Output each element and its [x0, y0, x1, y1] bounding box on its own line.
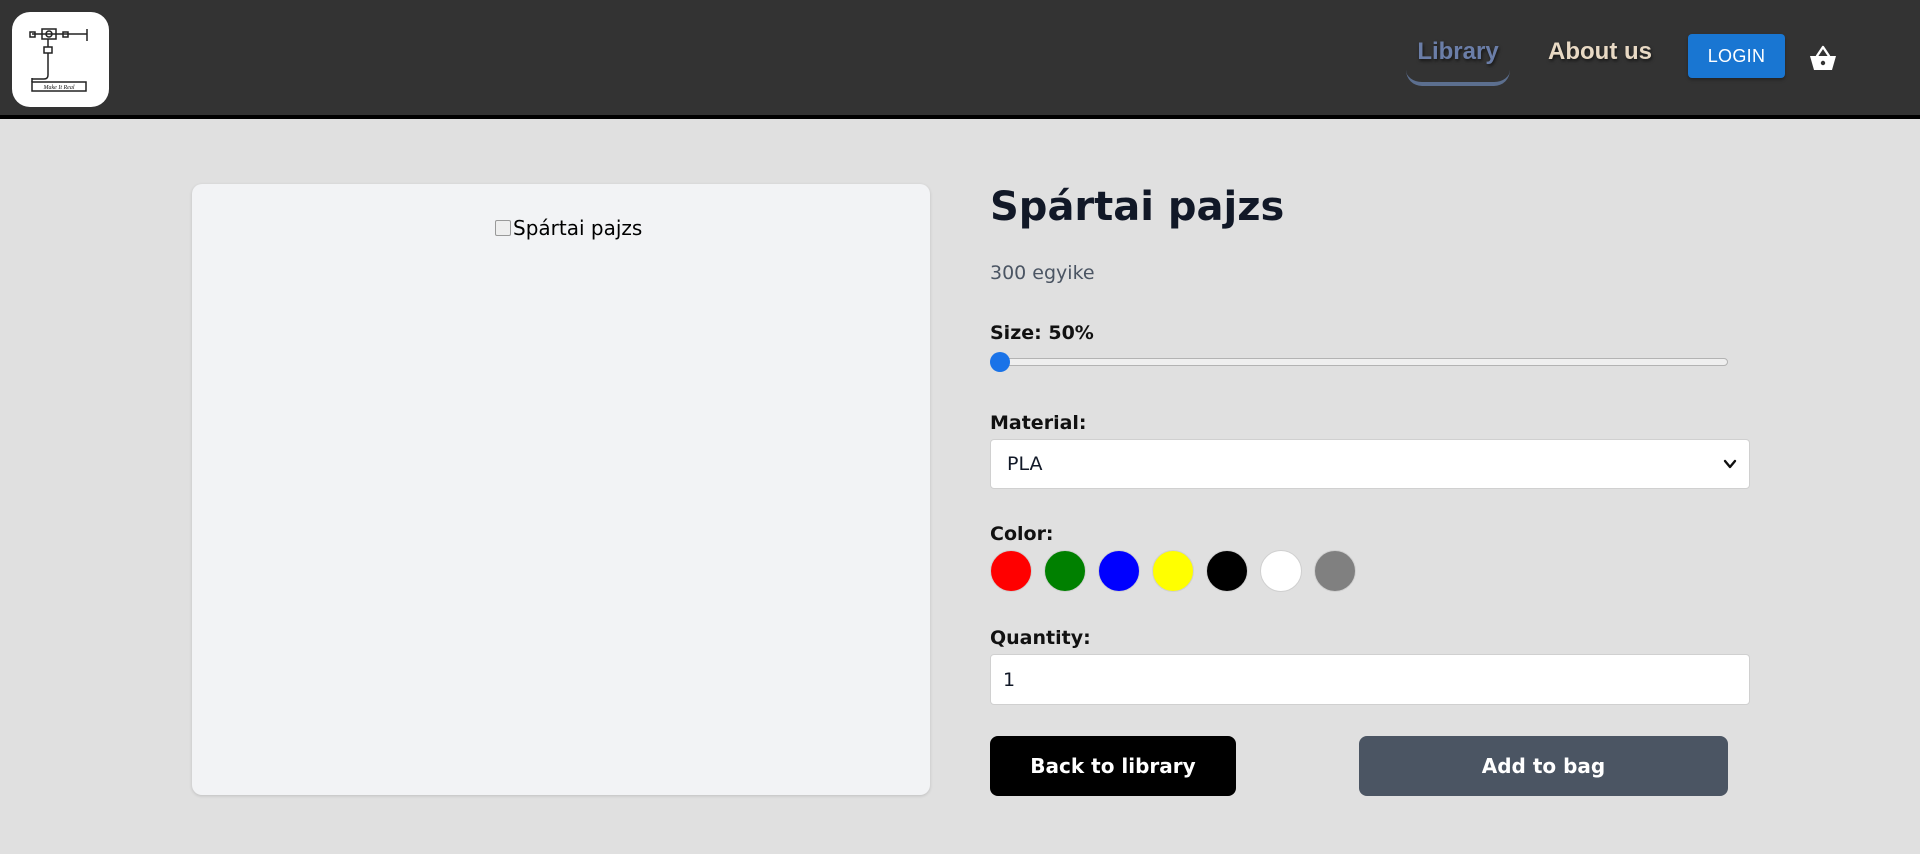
- nav-link-about-us[interactable]: About us: [1548, 38, 1652, 66]
- make-it-real-logo-icon: Make It Real: [29, 28, 88, 92]
- product-title: Spártai pajzs: [990, 184, 1285, 230]
- shopping-basket-icon[interactable]: [1808, 45, 1838, 73]
- back-to-library-button[interactable]: Back to library: [990, 736, 1236, 796]
- chevron-down-icon: [1723, 459, 1737, 469]
- product-image: Spártai pajzs: [495, 214, 642, 242]
- size-slider[interactable]: [990, 352, 1728, 372]
- color-label: Color:: [990, 523, 1054, 545]
- color-swatch[interactable]: [1152, 550, 1194, 592]
- product-image-panel: Spártai pajzs: [192, 184, 930, 795]
- color-swatch[interactable]: [1260, 550, 1302, 592]
- color-swatch[interactable]: [1206, 550, 1248, 592]
- size-slider-track: [990, 358, 1728, 366]
- product-image-alt-text: Spártai pajzs: [513, 216, 643, 240]
- color-swatch[interactable]: [1098, 550, 1140, 592]
- material-label: Material:: [990, 412, 1087, 434]
- color-swatch[interactable]: [990, 550, 1032, 592]
- material-select[interactable]: PLA: [990, 439, 1750, 489]
- nav-link-library[interactable]: Library: [1406, 38, 1510, 86]
- logo[interactable]: Make It Real: [12, 12, 109, 107]
- material-selected-value: PLA: [1007, 453, 1043, 475]
- svg-text:Make It Real: Make It Real: [43, 85, 75, 91]
- top-nav-bar: Make It Real Library About us LOGIN: [0, 0, 1920, 119]
- add-to-bag-button[interactable]: Add to bag: [1359, 736, 1728, 796]
- broken-image-icon: [495, 220, 511, 236]
- color-swatches: [990, 550, 1368, 592]
- size-label: Size: 50%: [990, 322, 1094, 344]
- size-slider-thumb[interactable]: [990, 352, 1010, 372]
- quantity-label: Quantity:: [990, 627, 1091, 649]
- color-swatch[interactable]: [1044, 550, 1086, 592]
- product-subtitle: 300 egyike: [990, 262, 1095, 284]
- quantity-input[interactable]: 1: [990, 654, 1750, 705]
- color-swatch[interactable]: [1314, 550, 1356, 592]
- login-button[interactable]: LOGIN: [1688, 34, 1785, 78]
